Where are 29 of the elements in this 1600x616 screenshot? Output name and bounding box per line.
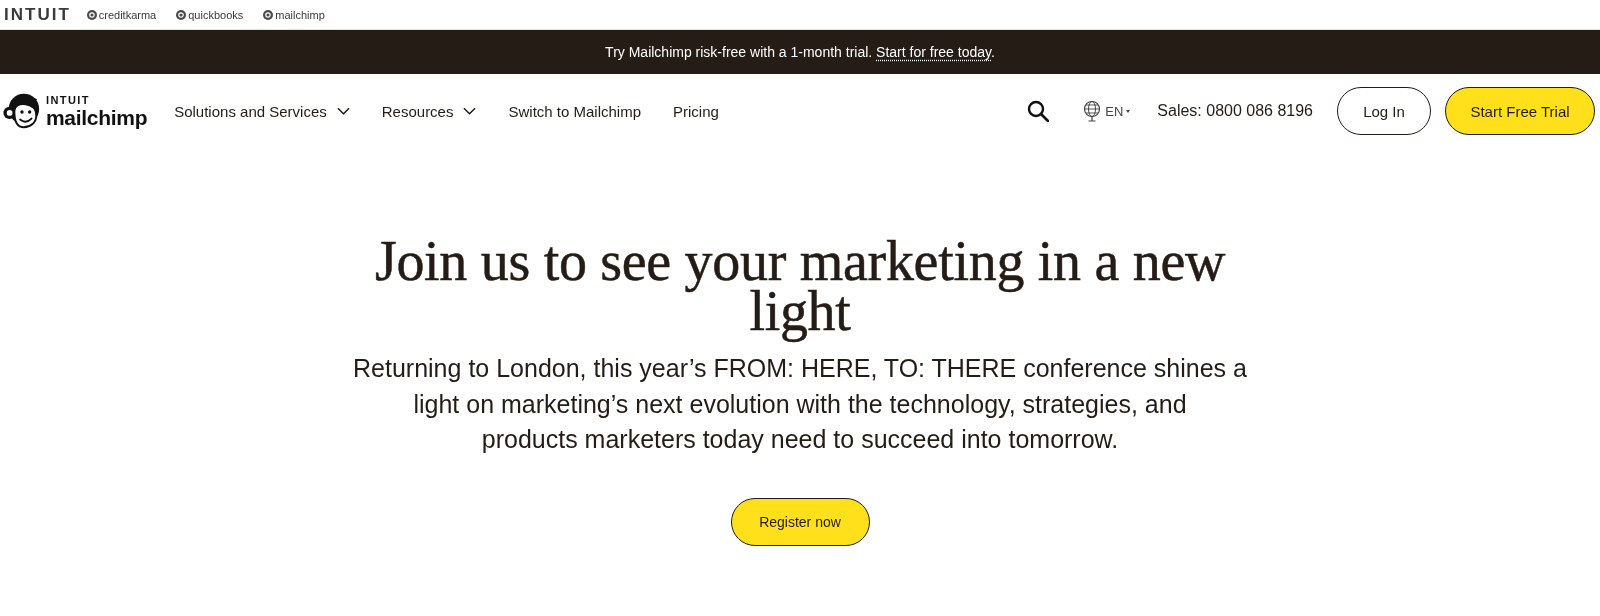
- circle-logo-icon: [86, 9, 97, 20]
- brand-link[interactable]: creditkarma: [86, 8, 157, 21]
- brand-link[interactable]: quickbooks: [176, 8, 244, 21]
- intuit-wordmark[interactable]: INTUIT: [4, 6, 71, 23]
- chevron-down-icon: [336, 107, 350, 115]
- caret-icon: [1126, 109, 1131, 113]
- nav-link[interactable]: Solutions and Services: [174, 102, 350, 120]
- language-selector[interactable]: EN: [1082, 100, 1131, 122]
- promo-text: Try Mailchimp risk-free with a 1-month trial. Start for free today.: [605, 44, 995, 60]
- chevron-down-icon: [463, 107, 477, 115]
- nav-link[interactable]: Switch to Mailchimp: [508, 102, 641, 120]
- search-icon: [1027, 100, 1050, 122]
- monkey-head-icon[interactable]: [2, 91, 42, 131]
- hero-description: Returning to London, this year’s FROM: HERE, TO: THERE conference shines a light on marketing’s next evolution with the technology, strategies, and products marketers today need to succeed into tomorrow.: [353, 353, 1247, 455]
- brand-link[interactable]: mailchimp: [263, 8, 325, 21]
- start-trial-button[interactable]: Start Free Trial: [1445, 87, 1595, 135]
- logo-mailchimp-text[interactable]: mailchimp: [46, 106, 148, 128]
- logo-intuit-text[interactable]: INTUIT: [46, 94, 148, 106]
- log-in-button[interactable]: Log In: [1337, 87, 1431, 135]
- search-button[interactable]: [1027, 100, 1050, 122]
- nav-link[interactable]: Pricing: [673, 102, 719, 120]
- hero-title: Join us to see your marketing in a new light: [373, 229, 1227, 344]
- circle-logo-icon: [263, 9, 274, 20]
- globe-icon: [1082, 100, 1103, 122]
- nav-link[interactable]: Resources: [381, 102, 477, 120]
- start-free-link[interactable]: Start for free today: [876, 44, 991, 60]
- register-button[interactable]: Register now: [730, 497, 870, 546]
- circle-logo-icon: [176, 9, 187, 20]
- sales-phone-text: Sales: 0800 086 8196: [1157, 102, 1313, 120]
